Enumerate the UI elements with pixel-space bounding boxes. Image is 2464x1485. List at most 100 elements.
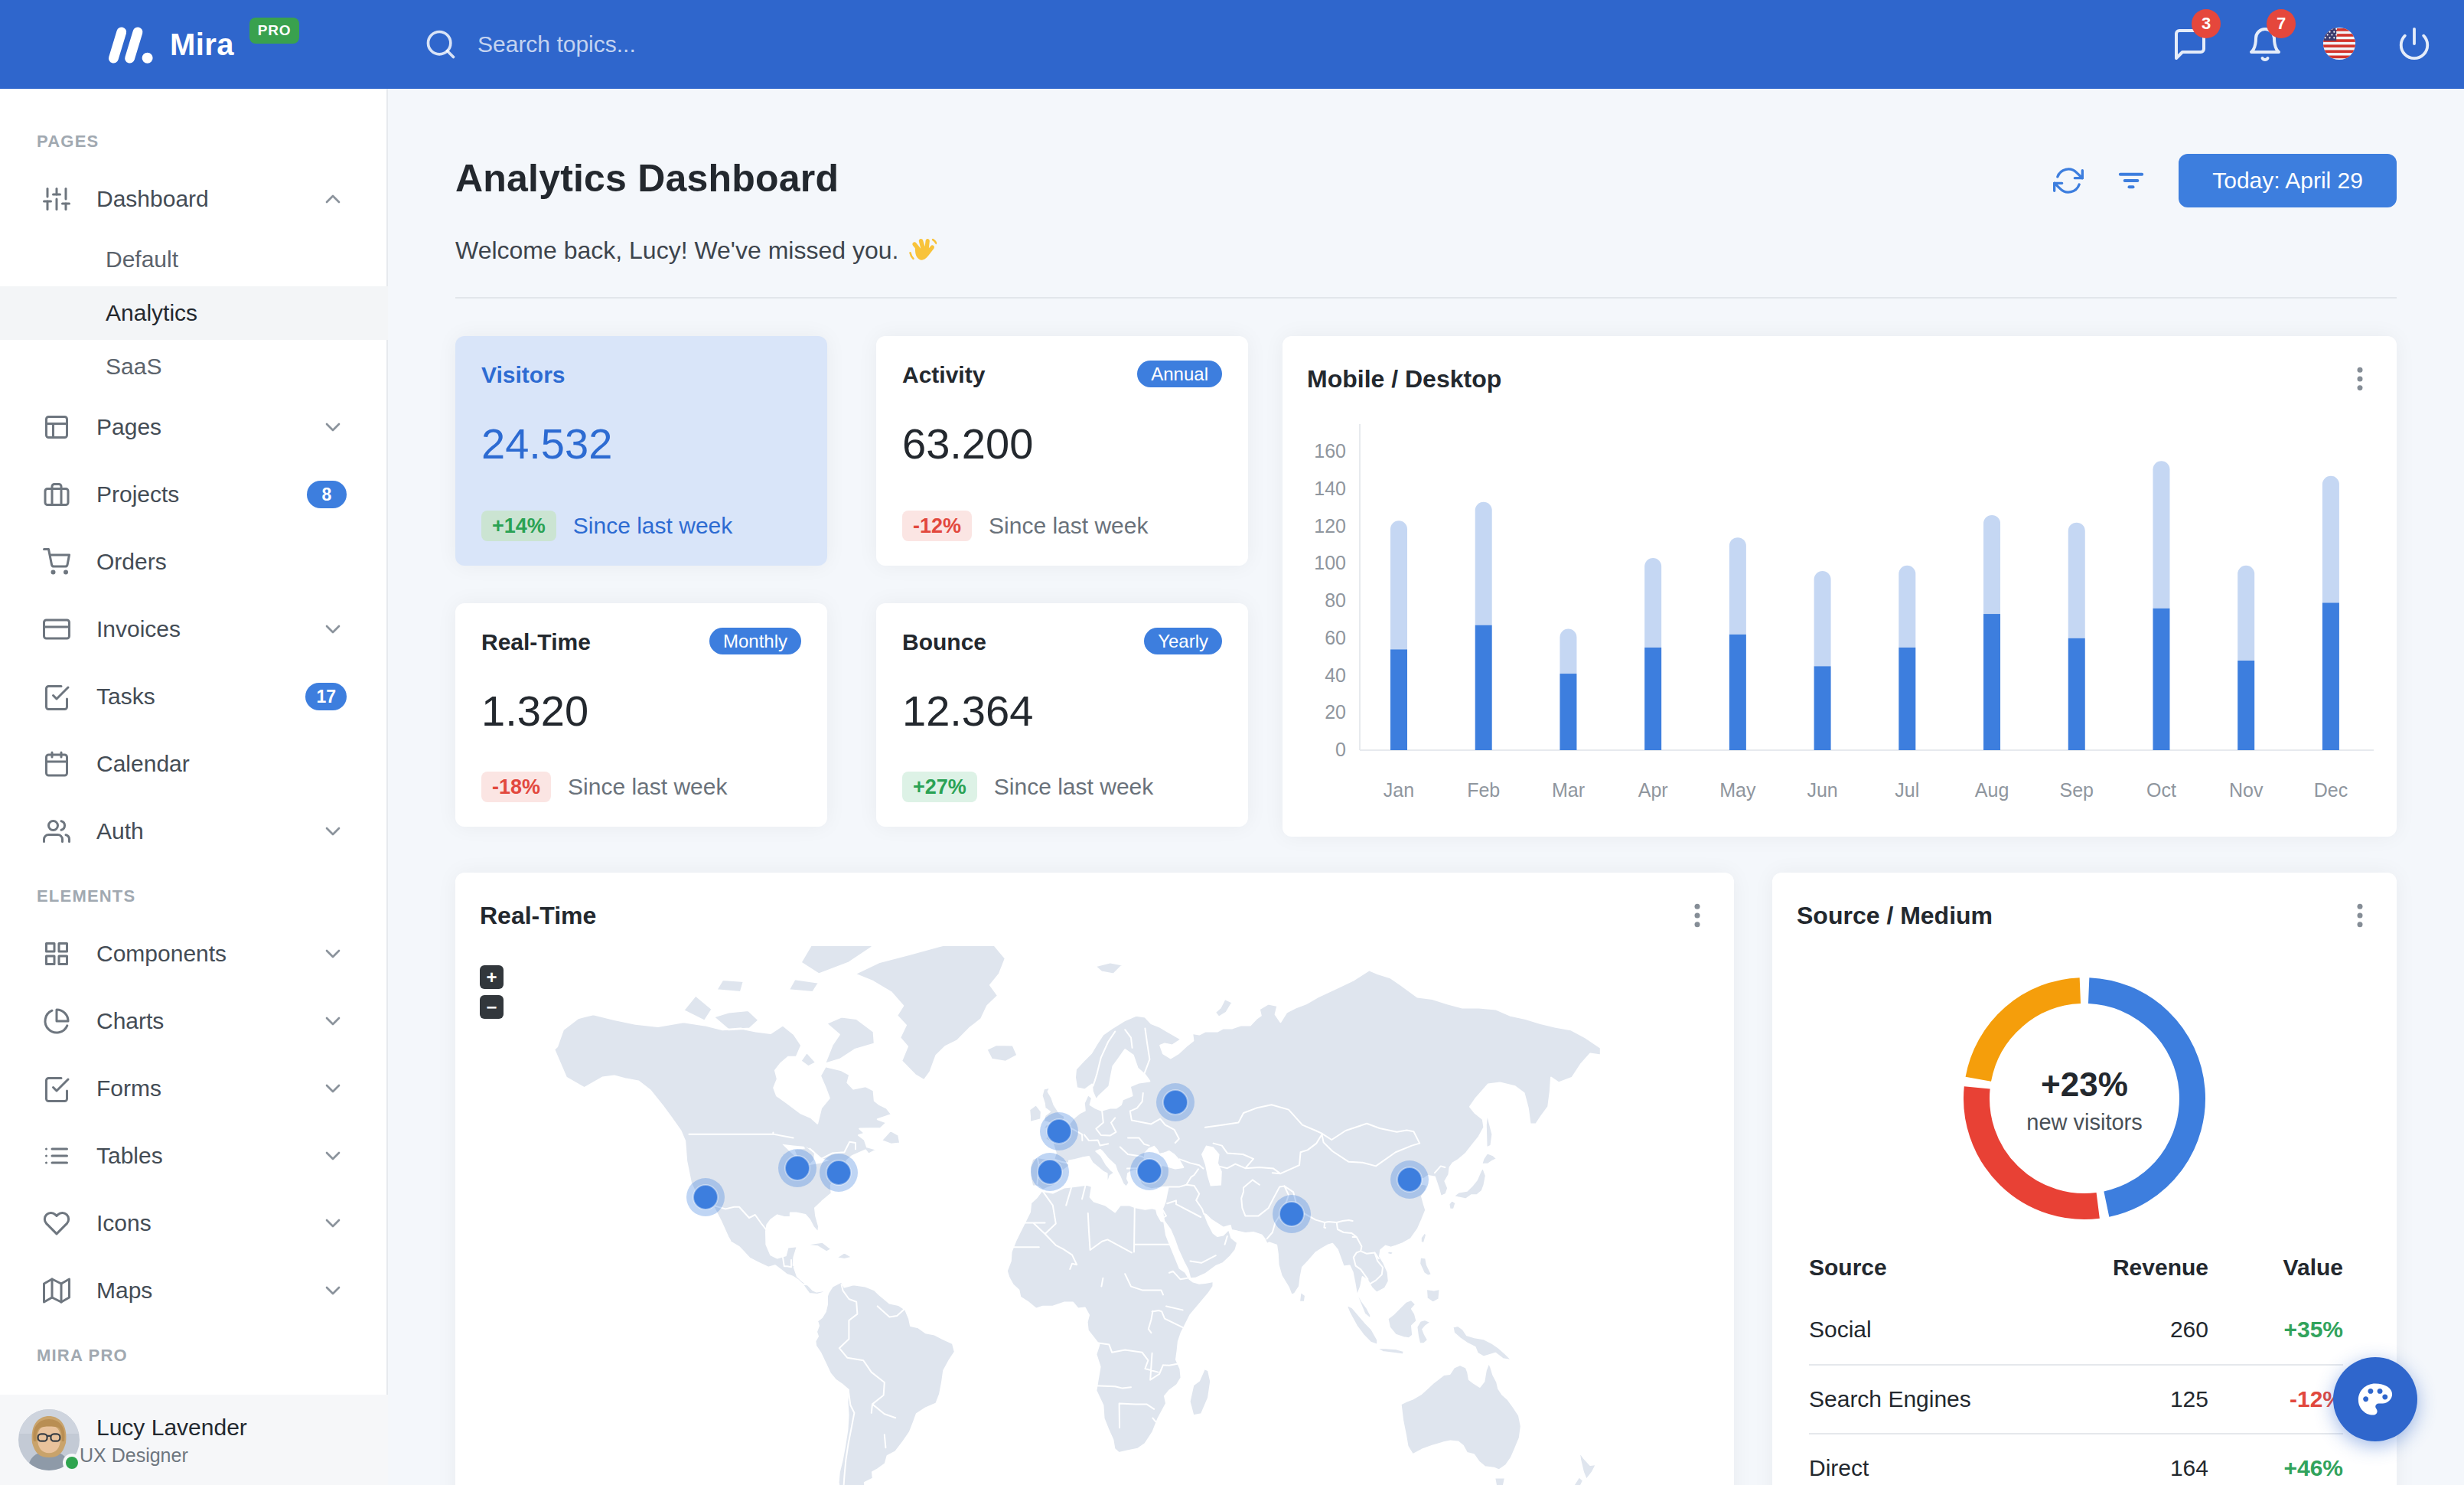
x-tick-apr: Apr xyxy=(1638,779,1668,801)
y-tick-100: 100 xyxy=(1314,552,1346,573)
sidebar-item-auth[interactable]: Auth xyxy=(0,798,388,865)
sidebar-item-pages[interactable]: Pages xyxy=(0,393,388,461)
sidebar-subitem-default[interactable]: Default xyxy=(0,233,388,286)
map-marker[interactable] xyxy=(1397,1167,1422,1192)
donut-card-menu-icon[interactable] xyxy=(2345,897,2375,934)
sidebar-item-label: Calendar xyxy=(96,751,190,777)
stat-card-caption: Since last week xyxy=(568,774,727,800)
sidebar-item-label: Components xyxy=(96,941,227,967)
source-table-row-social[interactable]: Social260+35% xyxy=(1809,1295,2343,1364)
y-tick-20: 20 xyxy=(1325,701,1346,723)
source-table: SourceRevenueValueSocial260+35%Search En… xyxy=(1809,1240,2343,1485)
sidebar-section-label: PAGES xyxy=(37,132,99,152)
sidebar-item-tables[interactable]: Tables xyxy=(0,1122,388,1190)
x-tick-oct: Oct xyxy=(2146,779,2176,801)
bar-mobile-mar xyxy=(1560,674,1576,750)
chevron-down-icon xyxy=(321,1076,345,1101)
world-map[interactable] xyxy=(483,946,1709,1485)
sidebar-subitem-analytics[interactable]: Analytics xyxy=(0,286,388,340)
search-box[interactable]: Search topics... xyxy=(424,0,636,89)
bar-desktop-mar xyxy=(1560,629,1576,674)
layout-icon xyxy=(43,413,70,441)
sidebar-item-icons[interactable]: Icons xyxy=(0,1190,388,1257)
stat-card-caption: Since last week xyxy=(994,774,1153,800)
sidebar-item-label: Icons xyxy=(96,1210,152,1236)
map-zoom-in-button[interactable]: + xyxy=(480,965,504,989)
bar-mobile-aug xyxy=(1983,614,2000,750)
cell-value: +46% xyxy=(2208,1455,2343,1481)
stat-card-value: 12.364 xyxy=(902,686,1033,736)
bar-desktop-jul xyxy=(1899,566,1915,648)
map-marker[interactable] xyxy=(826,1160,851,1185)
sidebar-item-dashboard[interactable]: Dashboard xyxy=(0,165,388,233)
filter-icon[interactable] xyxy=(2116,165,2146,196)
map-zoom-out-button[interactable]: − xyxy=(480,995,504,1019)
sidebar-item-forms[interactable]: Forms xyxy=(0,1055,388,1122)
stat-card-period-badge[interactable]: Monthly xyxy=(709,628,801,654)
donut-card-title: Source / Medium xyxy=(1797,902,1993,930)
main-content: Analytics Dashboard Welcome back, Lucy! … xyxy=(388,89,2464,1485)
map-marker[interactable] xyxy=(693,1185,718,1209)
sidebar-item-projects[interactable]: Projects8 xyxy=(0,461,388,528)
stat-card-change: -12% xyxy=(902,511,972,541)
sidebar-item-label: Orders xyxy=(96,549,167,575)
notifications-count-badge: 7 xyxy=(2267,9,2296,38)
sidebar-item-maps[interactable]: Maps xyxy=(0,1257,388,1324)
bar-desktop-jun xyxy=(1814,571,1831,666)
map-marker[interactable] xyxy=(1163,1090,1188,1115)
stat-card-value: 24.532 xyxy=(481,419,612,468)
map-marker[interactable] xyxy=(785,1156,810,1180)
stat-card-change: +14% xyxy=(481,511,556,541)
theme-settings-fab[interactable] xyxy=(2333,1357,2417,1441)
stat-card-bounce: BounceYearly12.364+27%Since last week xyxy=(876,603,1248,827)
sidebar-item-charts[interactable]: Charts xyxy=(0,987,388,1055)
notifications-button[interactable]: 7 xyxy=(2247,26,2283,63)
bar-mobile-sep xyxy=(2068,638,2085,750)
sidebar-item-label: Dashboard xyxy=(96,186,209,212)
messages-button[interactable]: 3 xyxy=(2172,26,2208,63)
stat-card-real-time: Real-TimeMonthly1.320-18%Since last week xyxy=(455,603,827,827)
sidebar-item-label: Charts xyxy=(96,1008,164,1034)
bar-mobile-apr xyxy=(1644,648,1661,750)
cell-source: Social xyxy=(1809,1317,2071,1343)
cell-source: Direct xyxy=(1809,1455,2071,1481)
map-marker[interactable] xyxy=(1279,1202,1304,1226)
stat-card-period-badge[interactable]: Annual xyxy=(1137,361,1222,387)
language-button[interactable] xyxy=(2322,26,2358,63)
sidebar-item-components[interactable]: Components xyxy=(0,920,388,987)
stat-card-period-badge[interactable]: Yearly xyxy=(1144,628,1222,654)
source-table-row-direct[interactable]: Direct164+46% xyxy=(1809,1433,2343,1485)
analytics-dashboard-app: Mira PRO Search topics... 3 7 xyxy=(0,0,2464,1485)
bar-card-menu-icon[interactable] xyxy=(2345,361,2375,397)
bar-desktop-sep xyxy=(2068,523,2085,638)
bar-desktop-may xyxy=(1729,537,1746,635)
donut-center-label: +23% new visitors xyxy=(1931,1066,2237,1135)
map-marker[interactable] xyxy=(1047,1119,1071,1144)
map-marker[interactable] xyxy=(1137,1159,1162,1183)
sidebar-item-tasks[interactable]: Tasks17 xyxy=(0,663,388,730)
map-marker[interactable] xyxy=(1038,1160,1062,1184)
sidebar-item-invoices[interactable]: Invoices xyxy=(0,596,388,663)
stat-card-activity: ActivityAnnual63.200-12%Since last week xyxy=(876,336,1248,566)
refresh-icon[interactable] xyxy=(2053,165,2084,196)
sidebar-user[interactable]: Lucy Lavender UX Designer xyxy=(0,1395,388,1485)
sidebar-subitem-saas[interactable]: SaaS xyxy=(0,340,388,393)
bar-desktop-aug xyxy=(1983,515,2000,614)
check-square-icon xyxy=(43,683,70,710)
brand[interactable]: Mira PRO xyxy=(103,0,299,89)
stat-card-title: Real-Time xyxy=(481,629,591,655)
source-table-row-search-engines[interactable]: Search Engines125-12% xyxy=(1809,1364,2343,1433)
logout-button[interactable] xyxy=(2397,26,2433,63)
sidebar-item-orders[interactable]: Orders xyxy=(0,528,388,596)
bar-mobile-may xyxy=(1729,635,1746,750)
sidebar-item-calendar[interactable]: Calendar xyxy=(0,730,388,798)
source-table-header: SourceRevenueValue xyxy=(1809,1240,2343,1295)
pie-chart-icon xyxy=(43,1007,70,1035)
credit-card-icon xyxy=(43,615,70,643)
bar-mobile-oct xyxy=(2153,609,2169,750)
briefcase-icon xyxy=(43,481,70,508)
map-card-menu-icon[interactable] xyxy=(1682,897,1713,934)
today-date-button[interactable]: Today: April 29 xyxy=(2179,154,2397,207)
power-icon xyxy=(2397,26,2432,61)
chevron-up-icon xyxy=(321,187,345,211)
